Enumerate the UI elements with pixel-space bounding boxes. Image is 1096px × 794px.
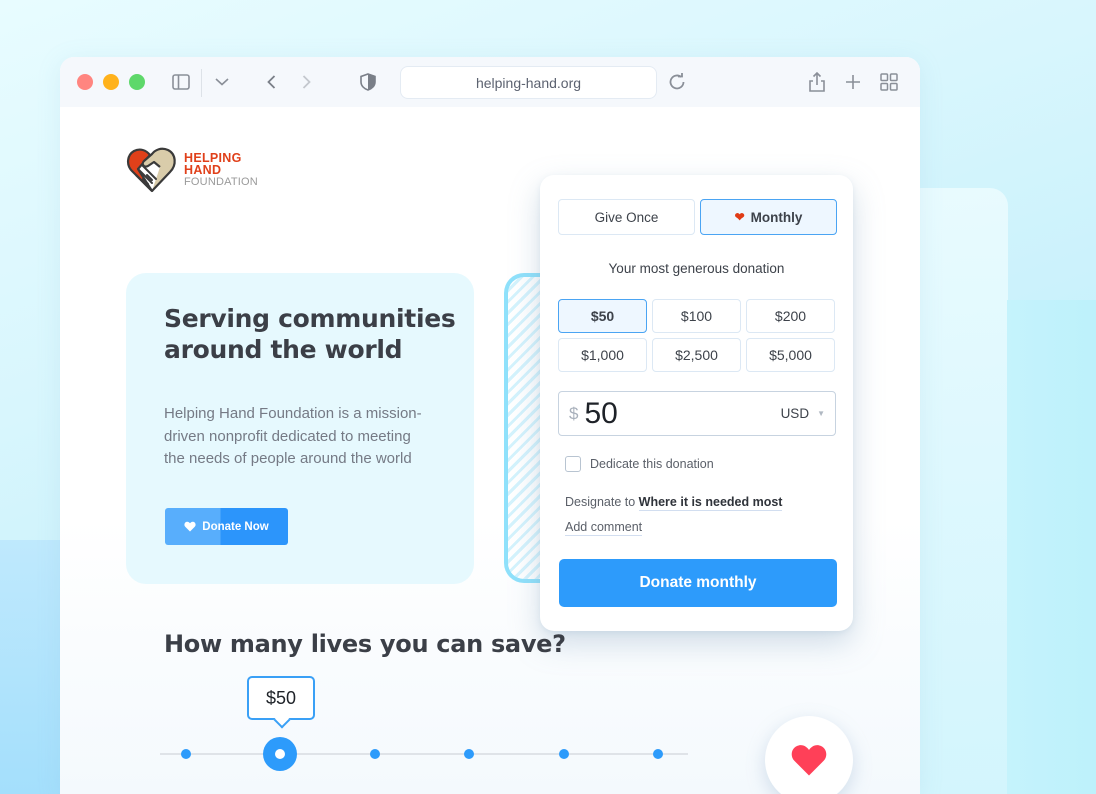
caret-down-icon: ▼: [817, 409, 825, 418]
page-content: HELPING HAND FOUNDATION Serving communit…: [60, 107, 920, 794]
address-bar[interactable]: helping-hand.org: [400, 66, 657, 99]
amount-option-100[interactable]: $100: [652, 299, 741, 333]
give-once-tab[interactable]: Give Once: [558, 199, 695, 235]
amount-input[interactable]: 50: [584, 397, 780, 431]
amount-option-50[interactable]: $50: [558, 299, 647, 333]
amount-options: $50 $100 $200 $1,000 $2,500 $5,000: [558, 299, 836, 372]
browser-toolbar: helping-hand.org: [60, 57, 920, 107]
heart-icon: ❤: [734, 210, 745, 224]
amount-option-1000[interactable]: $1,000: [558, 338, 647, 372]
tab-overview-icon[interactable]: [878, 71, 900, 93]
hero-card: Serving communities around the world Hel…: [126, 273, 474, 584]
new-tab-icon[interactable]: [842, 71, 864, 93]
donation-subtitle: Your most generous donation: [608, 261, 785, 276]
donation-widget: Give Once ❤ Monthly Your most generous d…: [540, 175, 853, 631]
background-decoration: [1007, 300, 1096, 794]
maximize-window-button[interactable]: [129, 74, 145, 90]
dedicate-label: Dedicate this donation: [590, 457, 714, 471]
handshake-heart-icon: [127, 147, 176, 193]
lives-slider-thumb[interactable]: [263, 737, 298, 771]
lives-slider-stop[interactable]: [464, 749, 475, 759]
lives-title: How many lives you can save?: [164, 630, 566, 658]
slider-tooltip: $50: [247, 676, 315, 720]
dedicate-option[interactable]: Dedicate this donation: [565, 456, 714, 472]
minimize-window-button[interactable]: [103, 74, 119, 90]
designate-prefix: Designate to: [565, 495, 636, 509]
logo-line-2: HAND: [184, 163, 222, 177]
heart-icon: [184, 521, 196, 532]
donate-now-label: Donate Now: [202, 520, 269, 533]
lives-slider-stop[interactable]: [558, 749, 569, 759]
donate-monthly-label: Donate monthly: [639, 574, 757, 591]
designation: Designate to Where it is needed most: [565, 495, 783, 511]
sidebar-icon[interactable]: [170, 71, 192, 93]
toolbar-divider: [201, 69, 202, 97]
add-comment-link[interactable]: Add comment: [565, 520, 643, 536]
currency-value: USD: [780, 406, 810, 421]
amount-option-200[interactable]: $200: [746, 299, 835, 333]
back-icon[interactable]: [260, 71, 282, 93]
browser-window: helping-hand.org HELPING HAND FOUNDATION…: [60, 57, 920, 794]
lives-slider-track[interactable]: [160, 753, 688, 755]
heart-icon: [791, 745, 827, 776]
lives-slider-stop[interactable]: [369, 749, 380, 759]
reload-icon[interactable]: [666, 71, 688, 93]
give-once-label: Give Once: [594, 209, 659, 225]
logo-line-3: FOUNDATION: [184, 176, 258, 188]
background-decoration: [0, 540, 60, 794]
currency-select[interactable]: USD ▼: [781, 406, 825, 421]
lives-slider-stop[interactable]: [653, 749, 663, 759]
share-icon[interactable]: [806, 71, 828, 93]
monthly-label: Monthly: [750, 209, 803, 225]
close-window-button[interactable]: [77, 74, 93, 90]
lives-slider-stop[interactable]: [181, 749, 191, 759]
donate-monthly-button[interactable]: Donate monthly: [559, 559, 837, 607]
chevron-down-icon[interactable]: [211, 71, 233, 93]
monthly-tab[interactable]: ❤ Monthly: [700, 199, 837, 235]
shield-icon[interactable]: [357, 71, 379, 93]
amount-option-5000[interactable]: $5,000: [746, 338, 835, 372]
dedicate-checkbox[interactable]: [565, 456, 581, 472]
hero-title: Serving communities around the world: [164, 304, 456, 364]
url-text: helping-hand.org: [475, 74, 582, 91]
hero-description: Helping Hand Foundation is a mission-dri…: [164, 405, 422, 467]
favorite-button[interactable]: [765, 716, 853, 794]
custom-amount-field[interactable]: $ 50 USD ▼: [558, 391, 836, 436]
forward-icon[interactable]: [295, 71, 317, 93]
amount-option-2500[interactable]: $2,500: [652, 338, 741, 372]
donate-now-button[interactable]: Donate Now: [165, 508, 288, 545]
site-logo[interactable]: HELPING HAND FOUNDATION: [124, 145, 258, 195]
currency-symbol: $: [569, 403, 579, 423]
designate-link[interactable]: Where it is needed most: [638, 495, 783, 511]
tooltip-value: $50: [265, 687, 297, 708]
